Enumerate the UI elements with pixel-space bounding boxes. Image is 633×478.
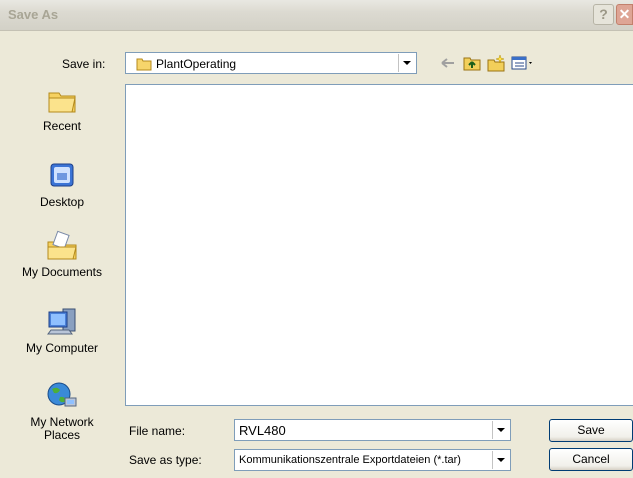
save-in-label: Save in: [62,57,106,71]
help-button[interactable]: ? [593,4,614,25]
window-title: Save As [8,7,59,22]
place-my-documents[interactable]: My Documents [12,230,112,279]
my-documents-icon [47,230,77,260]
folder-icon [136,58,152,71]
save-button[interactable]: Save [549,419,633,442]
place-my-computer[interactable]: My Computer [12,306,112,355]
views-menu-icon[interactable] [510,54,536,72]
network-globe-icon [47,382,77,407]
place-recent[interactable]: Recent [12,84,112,133]
up-folder-icon[interactable] [462,54,482,72]
save-as-type-combo[interactable]: Kommunikationszentrale Exportdateien (*.… [234,449,511,471]
file-name-value: RVL480 [239,423,286,438]
back-arrow-icon[interactable] [438,54,458,72]
save-in-dropdown-button[interactable] [398,54,415,72]
new-folder-icon[interactable] [486,54,506,72]
close-button[interactable]: ✕ [616,4,633,25]
title-bar[interactable]: Save As ? ✕ [0,0,633,31]
save-as-type-value: Kommunikationszentrale Exportdateien (*.… [239,454,461,466]
my-computer-icon [47,308,76,335]
save-in-value: PlantOperating [156,57,237,71]
save-as-type-label: Save as type: [129,453,202,467]
place-label: My Network Places [30,415,94,442]
save-as-type-dropdown-button[interactable] [492,451,509,469]
place-my-network-places[interactable]: My Network Places [12,380,112,442]
chevron-down-icon [497,458,505,462]
file-name-input[interactable]: RVL480 [234,419,511,441]
recent-folder-icon [48,92,76,113]
file-name-dropdown-button[interactable] [492,421,509,439]
place-label: Desktop [39,195,85,209]
desktop-icon [50,163,74,187]
file-list-view[interactable] [125,84,633,406]
cancel-button[interactable]: Cancel [549,448,633,471]
place-label: Recent [42,119,82,133]
place-label: My Documents [21,265,103,279]
chevron-down-icon [497,428,505,432]
save-in-combo[interactable]: PlantOperating [125,52,417,74]
file-name-label: File name: [129,424,186,438]
place-desktop[interactable]: Desktop [12,160,112,209]
chevron-down-icon [403,61,411,65]
place-label: My Computer [25,341,99,355]
